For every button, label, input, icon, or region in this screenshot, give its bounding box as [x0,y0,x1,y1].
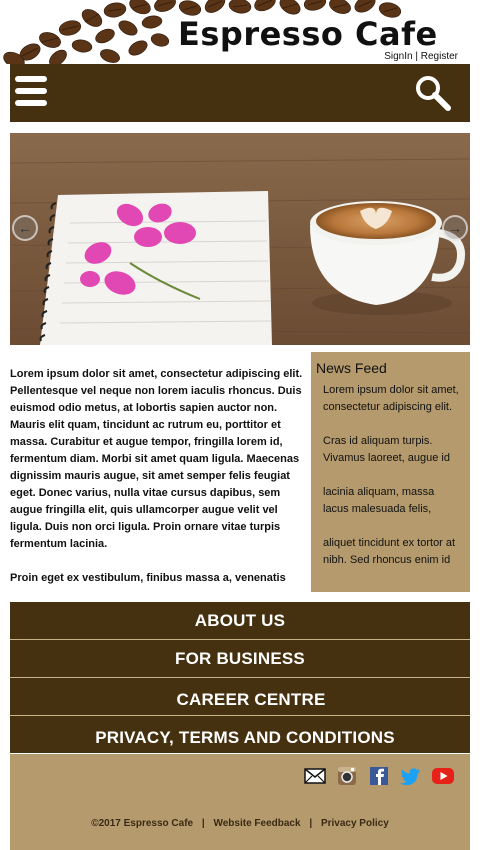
mail-icon[interactable] [304,767,326,785]
footer-legal: ©2017 Espresso Cafe | Website Feedback |… [10,818,470,829]
signin-link[interactable]: SignIn [384,51,412,62]
site-footer: ©2017 Espresso Cafe | Website Feedback |… [10,754,470,850]
twitter-icon[interactable] [400,767,422,785]
main-article: Lorem ipsum dolor sit amet, consectetur … [10,366,306,604]
instagram-icon[interactable] [336,767,358,785]
carousel-prev-button[interactable]: ← [12,215,38,241]
news-item[interactable]: lacinia aliquam, massa lacus malesuada f… [323,484,462,518]
copyright-text: ©2017 Espresso Cafe [91,818,194,829]
about-us-link[interactable]: ABOUT US [10,602,470,640]
menu-icon[interactable] [15,76,47,110]
youtube-icon[interactable] [432,767,454,785]
for-business-link[interactable]: FOR BUSINESS [10,640,470,678]
search-icon[interactable] [414,74,452,112]
hero-image [10,133,470,345]
footer-separator: | [201,818,205,829]
news-item[interactable]: Cras id aliquam turpis. Vivamus laoreet,… [323,433,462,467]
facebook-icon[interactable] [368,767,390,785]
site-header: Espresso Cafe SignIn | Register [0,0,480,64]
carousel-next-button[interactable]: → [442,215,468,241]
privacy-policy-link[interactable]: Privacy Policy [321,818,389,829]
auth-divider: | [415,51,418,62]
news-item[interactable]: aliquet tincidunt ex tortor at nibh. Sed… [323,535,462,569]
register-link[interactable]: Register [421,51,458,62]
brand-title: Espresso Cafe [178,15,438,53]
news-item[interactable]: Lorem ipsum dolor sit amet, consectetur … [323,382,462,416]
footer-separator: | [309,818,313,829]
top-nav-bar [10,64,470,122]
news-feed: News Feed Lorem ipsum dolor sit amet, co… [311,352,470,592]
footer-nav: ABOUT US FOR BUSINESS CAREER CENTRE PRIV… [10,602,470,753]
privacy-terms-link[interactable]: PRIVACY, TERMS AND CONDITIONS [10,716,470,753]
website-feedback-link[interactable]: Website Feedback [213,818,300,829]
article-paragraph: Lorem ipsum dolor sit amet, consectetur … [10,368,303,550]
career-centre-link[interactable]: CAREER CENTRE [10,678,470,716]
auth-links: SignIn | Register [384,51,458,63]
hero-carousel: ← → [10,133,470,345]
news-feed-title: News Feed [316,360,387,376]
social-links [304,766,454,786]
article-paragraph: Proin eget ex vestibulum, finibus massa … [10,572,286,584]
